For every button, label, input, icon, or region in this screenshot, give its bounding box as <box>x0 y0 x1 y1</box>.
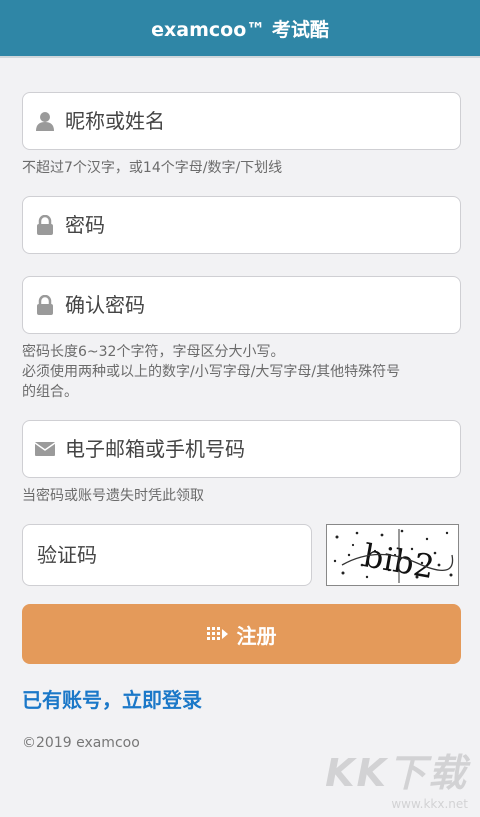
nickname-field[interactable] <box>22 92 461 150</box>
app-title: examcoo™ 考试酷 <box>151 18 329 41</box>
lock-icon <box>35 294 55 316</box>
password-field[interactable] <box>22 196 461 254</box>
nickname-input[interactable] <box>63 108 427 134</box>
nickname-hint: 不超过7个汉字，或14个字母/数字/下划线 <box>22 160 283 176</box>
user-icon <box>35 110 55 132</box>
watermark-url: www.kkx.net <box>391 797 468 811</box>
lock-icon <box>35 214 55 236</box>
watermark-logo: KK下载 <box>325 751 468 795</box>
confirm-password-input[interactable] <box>63 292 427 318</box>
envelope-icon <box>35 438 55 460</box>
password-hint-line: 的组合。 <box>22 384 78 400</box>
confirm-password-field[interactable] <box>22 276 461 334</box>
email-field[interactable] <box>22 420 461 478</box>
password-hint-line: 必须使用两种或以上的数字/小写字母/大写字母/其他特殊符号 <box>22 364 401 380</box>
app-header: examcoo™ 考试酷 <box>0 0 480 58</box>
register-form: 不超过7个汉字，或14个字母/数字/下划线 密码长度6~32个字符，字母区分大小… <box>0 58 480 751</box>
login-link[interactable]: 已有账号，立即登录 <box>22 684 460 713</box>
password-hint: 密码长度6~32个字符，字母区分大小写。 必须使用两种或以上的数字/小写字母/大… <box>22 342 460 402</box>
captcha-field[interactable] <box>22 524 312 586</box>
register-label: 注册 <box>236 623 277 648</box>
password-hint-line: 密码长度6~32个字符，字母区分大小写。 <box>22 344 285 360</box>
email-hint: 当密码或账号遗失时凭此领取 <box>22 488 204 504</box>
register-button[interactable]: 注册 <box>22 604 461 664</box>
email-input[interactable] <box>63 436 427 462</box>
password-input[interactable] <box>63 212 427 238</box>
register-icon <box>206 626 229 642</box>
captcha-input[interactable] <box>35 542 299 568</box>
watermark: KK下载 www.kkx.net <box>325 742 468 811</box>
captcha-image[interactable]: bib2 <box>326 524 459 586</box>
captcha-row: bib2 <box>22 524 460 586</box>
